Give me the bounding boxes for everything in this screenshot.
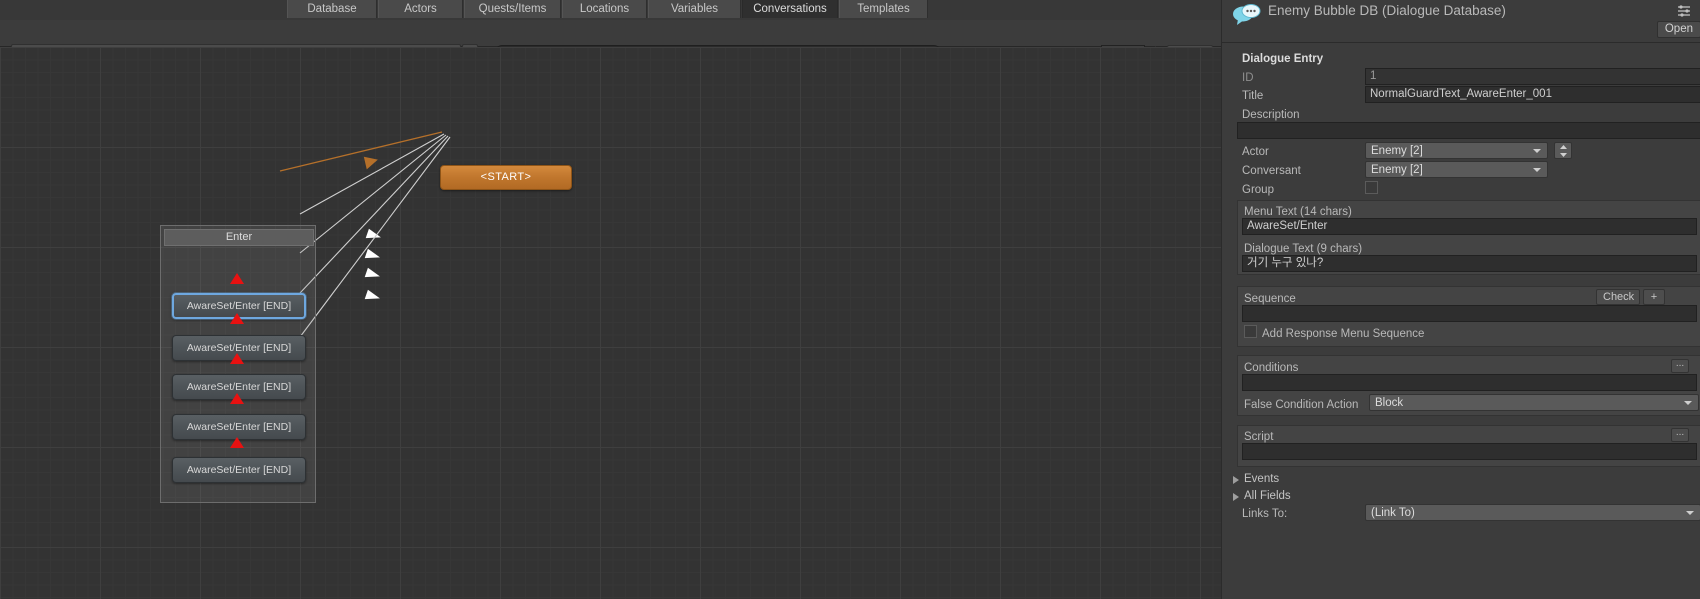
id-field: 1 [1365,68,1700,85]
dialogue-text-field[interactable]: 거기 누구 있나? [1242,255,1697,272]
dialogue-node-5[interactable]: AwareSet/Enter [END] [172,457,306,483]
id-label: ID [1242,72,1254,84]
database-tab-strip: Database Actors Quests/Items Locations V… [0,0,1221,20]
inspector-title: Enemy Bubble DB (Dialogue Database) [1268,3,1506,18]
priority-marker-icon [230,437,244,448]
priority-marker-icon [230,393,244,404]
group-label: Group [1242,184,1274,196]
group-checkbox[interactable] [1365,181,1378,194]
conversant-value: Enemy [2] [1371,164,1423,176]
chevron-right-icon [1233,476,1239,484]
inspector-settings-icon[interactable] [1677,4,1691,18]
conditions-more-button[interactable]: ... [1671,359,1689,373]
conversant-dropdown[interactable]: Enemy [2] [1365,161,1548,178]
title-field[interactable]: NormalGuardText_AwareEnter_001 [1365,86,1700,103]
node-group-enter[interactable]: Enter AwareSet/Enter [END] AwareSet/Ente… [160,225,316,503]
tab-variables[interactable]: Variables [648,0,741,18]
conditions-field[interactable] [1242,374,1697,391]
script-field[interactable] [1242,443,1697,460]
dialogue-text-label: Dialogue Text (9 chars) [1244,243,1363,255]
tab-templates[interactable]: Templates [839,0,928,18]
tab-quests-items[interactable]: Quests/Items [464,0,561,18]
links-to-dropdown[interactable]: (Link To) [1365,504,1700,521]
script-more-button[interactable]: ... [1671,428,1689,442]
tab-conversations[interactable]: Conversations [742,0,838,18]
actor-dropdown[interactable]: Enemy [2] [1365,142,1548,159]
chevron-down-icon [1684,401,1692,405]
conversant-label: Conversant [1242,165,1301,177]
start-node[interactable]: <START> [440,165,572,190]
priority-marker-icon [230,353,244,364]
all-fields-label: All Fields [1244,490,1291,502]
tab-database[interactable]: Database [287,0,377,18]
dialogue-entry-heading: Dialogue Entry [1242,53,1324,65]
actor-picker-button[interactable] [1554,142,1572,159]
sequence-check-button[interactable]: Check [1596,289,1640,305]
dialogue-system-editor-window: Database Actors Quests/Items Locations V… [0,0,1700,599]
add-response-menu-sequence-label: Add Response Menu Sequence [1262,328,1425,340]
dialogue-bubble-icon [1232,2,1262,28]
false-condition-action-dropdown[interactable]: Block [1369,394,1699,411]
actor-value: Enemy [2] [1371,145,1423,157]
node-group-title[interactable]: Enter [164,229,314,246]
conditions-label: Conditions [1244,362,1299,374]
chevron-down-icon [1686,511,1694,515]
open-button[interactable]: Open [1656,21,1700,38]
inspector-body: Dialogue Entry ID 1 Title NormalGuardTex… [1222,43,1700,599]
chevron-down-icon [1533,149,1541,153]
start-node-label: <START> [480,171,532,183]
priority-marker-icon [230,313,244,324]
tab-locations[interactable]: Locations [562,0,647,18]
actor-label: Actor [1242,146,1269,158]
conversation-editor-pane: Database Actors Quests/Items Locations V… [0,0,1221,599]
sequence-add-button[interactable]: + [1643,289,1665,305]
description-label: Description [1242,109,1300,121]
add-response-menu-sequence-checkbox[interactable] [1244,325,1257,338]
sequence-label: Sequence [1244,293,1296,305]
chevron-down-icon [1533,168,1541,172]
conversation-toolbar: ‹ AwareSet + › ✕ 0.8800 Menu [0,20,1221,63]
false-condition-action-label: False Condition Action [1244,399,1359,411]
dialogue-node-label: AwareSet/Enter [END] [186,421,292,433]
links-to-label: Links To: [1242,508,1288,520]
chevron-right-icon [1233,493,1239,501]
sequence-field[interactable] [1242,305,1697,322]
false-condition-action-value: Block [1375,397,1404,409]
description-field[interactable] [1237,122,1700,139]
node-graph-canvas[interactable]: <START> Enter AwareSet/Enter [END] Aware… [0,47,1221,599]
tab-actors[interactable]: Actors [378,0,463,18]
menu-text-field[interactable]: AwareSet/Enter [1242,218,1697,235]
title-label: Title [1242,90,1264,102]
script-label: Script [1244,431,1274,443]
priority-marker-icon [230,273,244,284]
menu-text-label: Menu Text (14 chars) [1244,206,1352,218]
dialogue-node-label: AwareSet/Enter [END] [186,464,292,476]
links-to-value: (Link To) [1371,507,1415,519]
events-label: Events [1244,473,1280,485]
inspector-titlebar: Enemy Bubble DB (Dialogue Database) Open [1222,0,1700,43]
inspector-pane: Enemy Bubble DB (Dialogue Database) Open… [1221,0,1700,599]
